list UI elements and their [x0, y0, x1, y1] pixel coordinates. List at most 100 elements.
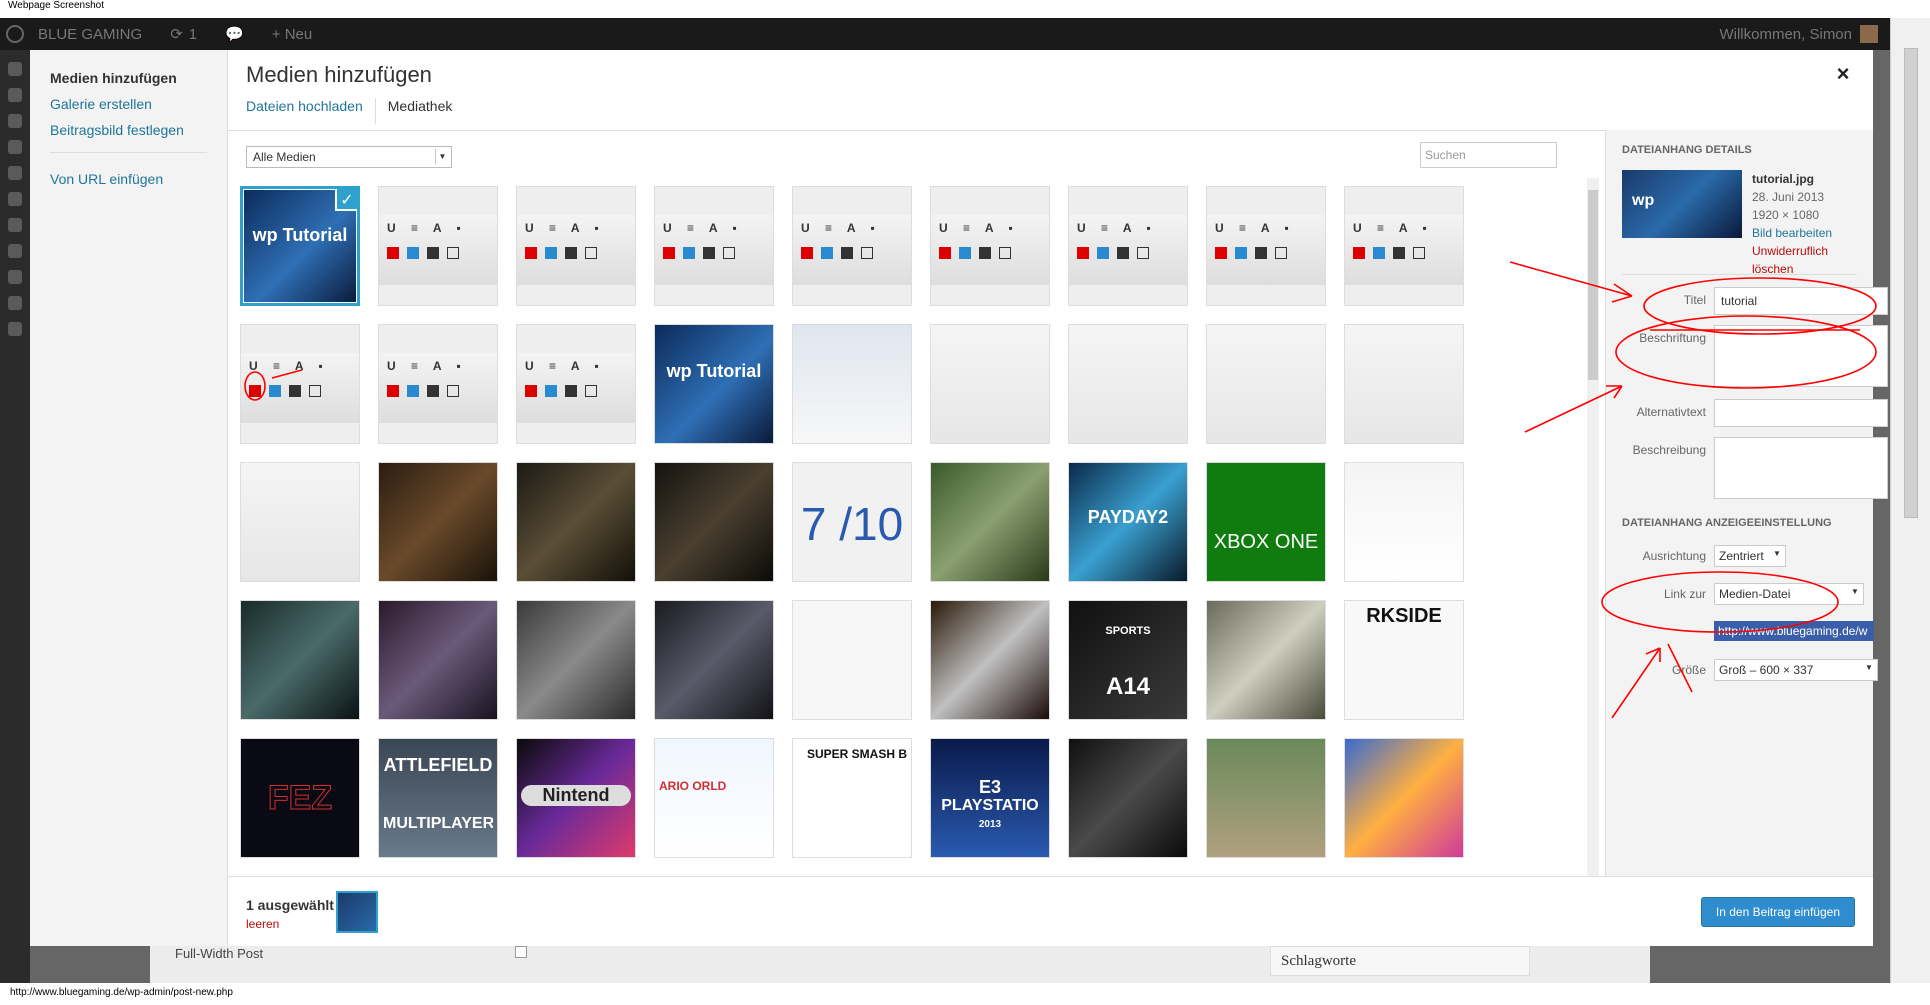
- comments-icon[interactable]: 💬: [211, 18, 258, 50]
- router-tabs: Dateien hochladen Mediathek: [246, 98, 464, 124]
- media-thumbnail[interactable]: A14 SPORTS: [1068, 600, 1188, 720]
- edit-image-link[interactable]: Bild bearbeiten: [1752, 224, 1857, 242]
- media-thumbnail[interactable]: U ≡ A ▪: [516, 324, 636, 444]
- media-thumbnail[interactable]: U ≡ A ▪: [378, 186, 498, 306]
- media-thumbnail[interactable]: U ≡ A ▪: [654, 186, 774, 306]
- menu-insert-from-url[interactable]: Von URL einfügen: [50, 171, 207, 187]
- description-field[interactable]: [1714, 437, 1888, 499]
- description-setting: Beschreibung: [1622, 437, 1888, 503]
- dashboard-icon[interactable]: [8, 62, 22, 76]
- close-icon[interactable]: ×: [1831, 62, 1855, 86]
- media-thumbnail[interactable]: [1206, 600, 1326, 720]
- check-icon[interactable]: ✓: [335, 189, 357, 211]
- media-thumbnail[interactable]: RKSIDE: [1344, 600, 1464, 720]
- alt-setting: Alternativtext: [1622, 399, 1888, 429]
- media-thumbnail[interactable]: [1068, 738, 1188, 858]
- media-thumbnail[interactable]: [240, 600, 360, 720]
- grid-scrollbar[interactable]: [1587, 178, 1599, 876]
- media-thumbnail[interactable]: U ≡ A ▪: [516, 186, 636, 306]
- media-thumbnail[interactable]: [930, 600, 1050, 720]
- thumbnail-label: A14: [1105, 673, 1151, 700]
- updates[interactable]: ⟳ 1: [156, 18, 211, 50]
- media-thumbnail[interactable]: [1206, 738, 1326, 858]
- tab-media-library[interactable]: Mediathek: [374, 98, 465, 124]
- details-heading: DATEIANHANG DETAILS: [1622, 144, 1752, 156]
- dimensions: 1920 × 1080: [1752, 208, 1820, 222]
- media-thumbnail[interactable]: U ≡ A ▪: [240, 324, 360, 444]
- link-url-setting: http://www.bluegaming.de/w: [1622, 619, 1874, 649]
- media-thumbnail[interactable]: wp Tutorial: [654, 324, 774, 444]
- link-to-select[interactable]: Medien-Datei ▼: [1714, 583, 1864, 605]
- media-icon[interactable]: [8, 114, 22, 128]
- selection-thumbnail[interactable]: [336, 891, 378, 933]
- insert-into-post-button[interactable]: In den Beitrag einfügen: [1700, 897, 1855, 927]
- fullwidth-checkbox[interactable]: [515, 946, 527, 958]
- media-thumbnail[interactable]: 7 /10: [792, 462, 912, 582]
- media-thumbnail[interactable]: [792, 600, 912, 720]
- toolbar-icons: U ≡ A ▪: [1207, 215, 1325, 285]
- media-thumbnail[interactable]: Nintend: [516, 738, 636, 858]
- users-icon[interactable]: [8, 270, 22, 284]
- pages-icon[interactable]: [8, 166, 22, 180]
- search-input[interactable]: Suchen: [1420, 142, 1557, 168]
- media-thumbnail[interactable]: [516, 600, 636, 720]
- media-thumbnail[interactable]: [654, 462, 774, 582]
- links-icon[interactable]: [8, 140, 22, 154]
- media-thumbnail[interactable]: U ≡ A ▪: [792, 186, 912, 306]
- page-scrollbar[interactable]: [1890, 18, 1930, 983]
- media-thumbnail[interactable]: U ≡ A ▪: [1344, 186, 1464, 306]
- media-thumbnail[interactable]: [1344, 462, 1464, 582]
- media-thumbnail[interactable]: PAYDAY2: [1068, 462, 1188, 582]
- size-select[interactable]: Groß – 600 × 337 ▼: [1714, 659, 1878, 681]
- media-thumbnail[interactable]: [930, 462, 1050, 582]
- media-thumbnail[interactable]: [1344, 324, 1464, 444]
- comments-icon[interactable]: [8, 192, 22, 206]
- media-thumbnail[interactable]: [930, 324, 1050, 444]
- alt-text-field[interactable]: [1714, 399, 1888, 427]
- media-thumbnail[interactable]: E3 PLAYSTATIO 2013: [930, 738, 1050, 858]
- user-menu[interactable]: Willkommen, Simon: [1719, 25, 1878, 43]
- posts-icon[interactable]: [8, 88, 22, 102]
- link-url-field[interactable]: http://www.bluegaming.de/w: [1714, 621, 1874, 641]
- media-thumbnail[interactable]: U ≡ A ▪: [378, 324, 498, 444]
- scrollbar-thumb[interactable]: [1904, 48, 1918, 518]
- media-thumbnail[interactable]: [1344, 738, 1464, 858]
- media-thumbnail[interactable]: [240, 462, 360, 582]
- media-thumbnail[interactable]: U ≡ A ▪: [1206, 186, 1326, 306]
- alignment-select[interactable]: Zentriert ▼: [1714, 545, 1786, 567]
- media-thumbnail[interactable]: SUPER SMASH B: [792, 738, 912, 858]
- settings-icon[interactable]: [8, 322, 22, 336]
- wordpress-icon[interactable]: [6, 25, 24, 43]
- tools-icon[interactable]: [8, 296, 22, 310]
- media-thumbnail[interactable]: [1206, 324, 1326, 444]
- media-thumbnail[interactable]: U ≡ A ▪: [1068, 186, 1188, 306]
- media-thumbnail[interactable]: FEZ: [240, 738, 360, 858]
- media-thumbnail[interactable]: [1068, 324, 1188, 444]
- media-thumbnail[interactable]: U ≡ A ▪: [930, 186, 1050, 306]
- media-thumbnail[interactable]: XBOX ONE: [1206, 462, 1326, 582]
- title-field[interactable]: tutorial: [1714, 287, 1888, 315]
- media-filter-select[interactable]: Alle Medien ▼: [246, 146, 452, 168]
- media-thumbnail[interactable]: [378, 600, 498, 720]
- tab-upload-files[interactable]: Dateien hochladen: [246, 98, 375, 124]
- chevron-down-icon: ▼: [1865, 663, 1873, 672]
- media-thumbnail[interactable]: ATTLEFIELD MULTIPLAYER: [378, 738, 498, 858]
- menu-featured-image[interactable]: Beitragsbild festlegen: [50, 122, 207, 138]
- media-thumbnail[interactable]: wp Tutorial ✓: [240, 186, 360, 306]
- menu-create-gallery[interactable]: Galerie erstellen: [50, 96, 207, 112]
- media-thumbnail[interactable]: [792, 324, 912, 444]
- appearance-icon[interactable]: [8, 218, 22, 232]
- media-thumbnail[interactable]: [378, 462, 498, 582]
- new-content[interactable]: + Neu: [258, 18, 326, 50]
- caption-field[interactable]: [1714, 325, 1888, 387]
- clear-selection-link[interactable]: leeren: [246, 917, 279, 931]
- grid-scrollbar-thumb[interactable]: [1588, 190, 1598, 380]
- media-thumbnail[interactable]: [654, 600, 774, 720]
- site-name[interactable]: BLUE GAMING: [24, 18, 156, 50]
- menu-insert-media[interactable]: Medien hinzufügen: [50, 70, 207, 86]
- media-thumbnail[interactable]: ARIO ORLD: [654, 738, 774, 858]
- media-thumbnail[interactable]: [516, 462, 636, 582]
- browser-viewport: BLUE GAMING ⟳ 1 💬 + Neu Willkommen, Simon…: [0, 18, 1930, 983]
- plugins-icon[interactable]: [8, 244, 22, 258]
- delete-permanently-link[interactable]: Unwiderruflich löschen: [1752, 242, 1857, 278]
